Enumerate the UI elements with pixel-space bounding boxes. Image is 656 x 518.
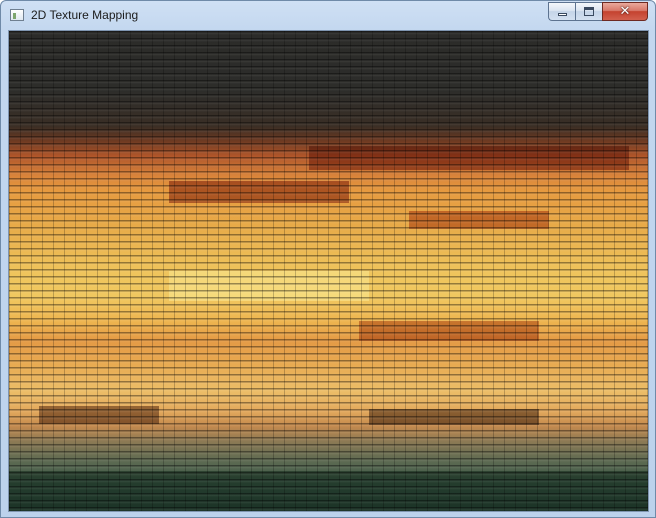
maximize-icon (584, 7, 594, 16)
minimize-icon (558, 13, 567, 16)
close-icon: ✕ (619, 4, 631, 19)
title-bar[interactable]: 2D Texture Mapping ✕ (1, 1, 655, 29)
window-title: 2D Texture Mapping (31, 8, 139, 22)
maximize-button[interactable] (575, 2, 602, 21)
close-button[interactable]: ✕ (602, 2, 648, 21)
app-window: 2D Texture Mapping ✕ (0, 0, 656, 518)
minimize-button[interactable] (548, 2, 575, 21)
render-viewport[interactable] (8, 30, 649, 512)
window-app-icon[interactable] (10, 9, 24, 21)
caption-buttons: ✕ (548, 2, 648, 21)
brick-pattern-overlay (9, 31, 648, 511)
